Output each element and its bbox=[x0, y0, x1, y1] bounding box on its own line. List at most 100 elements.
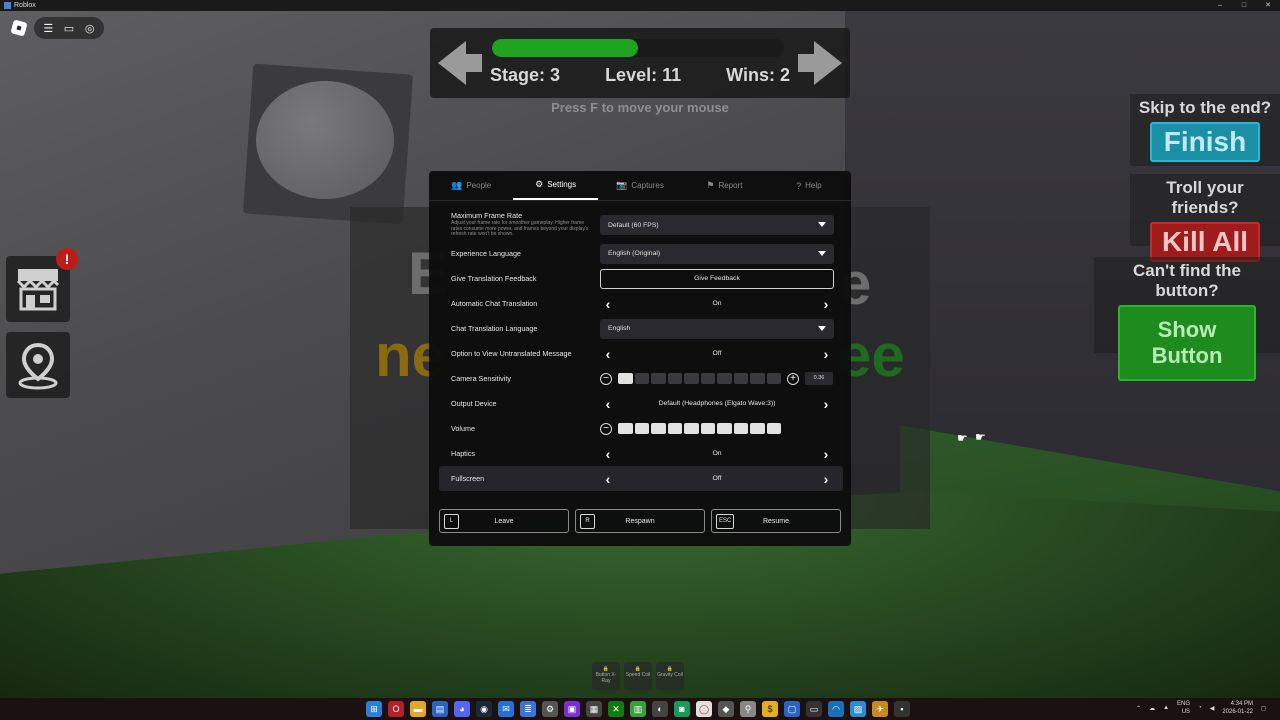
plus-icon[interactable]: + bbox=[787, 372, 799, 385]
settings-tabs: 👥 People ⚙ Settings 📷 Captures ⚑ Report … bbox=[429, 171, 851, 201]
chevron-left-icon[interactable]: ‹ bbox=[600, 396, 616, 412]
slider-segment[interactable] bbox=[750, 373, 765, 384]
slider-segment[interactable] bbox=[618, 373, 633, 384]
chrome-icon[interactable]: ◯ bbox=[696, 701, 712, 717]
slider-segment[interactable] bbox=[618, 423, 633, 434]
slider-segment[interactable] bbox=[651, 423, 666, 434]
steam-icon[interactable]: ◉ bbox=[476, 701, 492, 717]
spreadsheet-icon[interactable]: ▥ bbox=[630, 701, 646, 717]
finish-button[interactable]: Finish bbox=[1150, 122, 1260, 162]
folder-icon[interactable]: ▬ bbox=[410, 701, 426, 717]
coin-app-icon[interactable]: $ bbox=[762, 701, 778, 717]
language-dropdown[interactable]: English (Original) bbox=[600, 243, 834, 264]
edge-icon[interactable]: ◠ bbox=[828, 701, 844, 717]
settings-app-icon[interactable]: ⚙ bbox=[542, 701, 558, 717]
minus-icon[interactable]: − bbox=[600, 422, 612, 435]
app-icon-24[interactable]: ✈ bbox=[872, 701, 888, 717]
notification-icon[interactable]: ◻ bbox=[1261, 705, 1266, 712]
resume-button[interactable]: ESC Resume bbox=[711, 509, 841, 533]
chat-icon[interactable]: ▭ bbox=[60, 22, 78, 35]
chevron-right-icon[interactable]: › bbox=[818, 446, 834, 462]
next-stage-arrow-icon[interactable] bbox=[798, 41, 842, 85]
ability-slot[interactable]: 🔒 Gravity Coil bbox=[656, 662, 684, 690]
slider-segment[interactable] bbox=[733, 373, 748, 384]
minimize-button[interactable]: – bbox=[1208, 0, 1232, 11]
slider-segment[interactable] bbox=[700, 423, 715, 434]
respawn-button[interactable]: R Respawn bbox=[575, 509, 705, 533]
chevron-right-icon[interactable]: › bbox=[818, 396, 834, 412]
ability-slot[interactable]: 🔒 Button X-Ray bbox=[592, 662, 620, 690]
slider-segment[interactable] bbox=[684, 423, 699, 434]
tab-report[interactable]: ⚑ Report bbox=[682, 171, 766, 200]
roblox-studio-icon[interactable]: ▢ bbox=[784, 701, 800, 717]
notepad-icon[interactable]: ≣ bbox=[520, 701, 536, 717]
app-icon-18[interactable]: ⚲ bbox=[740, 701, 756, 717]
calculator-icon[interactable]: ▦ bbox=[586, 701, 602, 717]
tab-people[interactable]: 👥 People bbox=[429, 171, 513, 200]
app-icon-21[interactable]: ▭ bbox=[806, 701, 822, 717]
slider-segment[interactable] bbox=[766, 423, 781, 434]
tab-help[interactable]: ? Help bbox=[767, 171, 851, 200]
chevron-right-icon[interactable]: › bbox=[818, 471, 834, 487]
chevron-left-icon[interactable]: ‹ bbox=[600, 346, 616, 362]
slider-segment[interactable] bbox=[733, 423, 748, 434]
chevron-right-icon[interactable]: › bbox=[818, 296, 834, 312]
slider-segment[interactable] bbox=[651, 373, 666, 384]
explorer-icon[interactable]: ▤ bbox=[432, 701, 448, 717]
clipchamp-icon[interactable]: ▣ bbox=[564, 701, 580, 717]
chevron-up-icon[interactable]: ⌃ bbox=[1136, 705, 1141, 712]
close-button[interactable]: ✕ bbox=[1256, 0, 1280, 11]
chat-language-dropdown[interactable]: English bbox=[600, 318, 834, 339]
troll-promo: Troll your friends? Kill All bbox=[1130, 174, 1280, 262]
roblox-taskbar-icon[interactable]: ◆ bbox=[718, 701, 734, 717]
volume-slider-track[interactable] bbox=[618, 423, 781, 434]
chevron-left-icon[interactable]: ‹ bbox=[600, 471, 616, 487]
menu-icon[interactable]: ☰ bbox=[39, 22, 57, 35]
leave-button[interactable]: L Leave bbox=[439, 509, 569, 533]
wifi-icon[interactable]: ◔ bbox=[1198, 705, 1202, 711]
headset-icon[interactable]: ◎ bbox=[81, 22, 99, 35]
volume-icon[interactable]: ◀ bbox=[1210, 705, 1215, 712]
discord-icon[interactable]: ◕ bbox=[454, 701, 470, 717]
maximize-button[interactable]: □ bbox=[1232, 0, 1256, 11]
slider-segment[interactable] bbox=[634, 423, 649, 434]
chevron-right-icon[interactable]: › bbox=[818, 346, 834, 362]
camera-slider-track[interactable] bbox=[618, 373, 781, 384]
opera-icon[interactable]: O bbox=[388, 701, 404, 717]
cloud-icon[interactable]: ☁ bbox=[1149, 705, 1155, 712]
photos-icon[interactable]: ▨ bbox=[850, 701, 866, 717]
camera-sensitivity-value[interactable]: 0.36 bbox=[805, 372, 833, 385]
frame-rate-dropdown[interactable]: Default (60 FPS) bbox=[600, 215, 834, 235]
kill-all-button[interactable]: Kill All bbox=[1150, 222, 1260, 262]
network-icon[interactable]: ▲ bbox=[1163, 705, 1169, 711]
language-indicator[interactable]: ENG US bbox=[1177, 700, 1190, 716]
slider-segment[interactable] bbox=[634, 373, 649, 384]
slider-segment[interactable] bbox=[667, 373, 682, 384]
outlook-icon[interactable]: ✉ bbox=[498, 701, 514, 717]
slider-segment[interactable] bbox=[684, 373, 699, 384]
give-feedback-button[interactable]: Give Feedback bbox=[600, 268, 834, 289]
xbox-icon[interactable]: ✕ bbox=[608, 701, 624, 717]
slider-segment[interactable] bbox=[700, 373, 715, 384]
slider-segment[interactable] bbox=[766, 373, 781, 384]
window-controls: – □ ✕ bbox=[1208, 0, 1280, 11]
slider-segment[interactable] bbox=[667, 423, 682, 434]
prev-stage-arrow-icon[interactable] bbox=[438, 41, 482, 85]
app-icon-25[interactable]: ▪ bbox=[894, 701, 910, 717]
slider-segment[interactable] bbox=[750, 423, 765, 434]
tab-label: People bbox=[466, 181, 492, 190]
slider-segment[interactable] bbox=[717, 423, 732, 434]
windows-start-icon[interactable]: ⊞ bbox=[366, 701, 382, 717]
chevron-left-icon[interactable]: ‹ bbox=[600, 296, 616, 312]
teleport-button[interactable] bbox=[6, 332, 70, 398]
tab-captures[interactable]: 📷 Captures bbox=[598, 171, 682, 200]
minus-icon[interactable]: − bbox=[600, 372, 612, 385]
obs-icon[interactable]: ◐ bbox=[652, 701, 668, 717]
game-app-icon[interactable]: ◙ bbox=[674, 701, 690, 717]
slider-segment[interactable] bbox=[717, 373, 732, 384]
tab-settings[interactable]: ⚙ Settings bbox=[513, 171, 598, 200]
clock[interactable]: 4:34 PM 2026-01-22 bbox=[1222, 700, 1253, 716]
show-button[interactable]: Show Button bbox=[1118, 305, 1256, 381]
chevron-left-icon[interactable]: ‹ bbox=[600, 446, 616, 462]
ability-slot[interactable]: 🔒 Speed Coil bbox=[624, 662, 652, 690]
